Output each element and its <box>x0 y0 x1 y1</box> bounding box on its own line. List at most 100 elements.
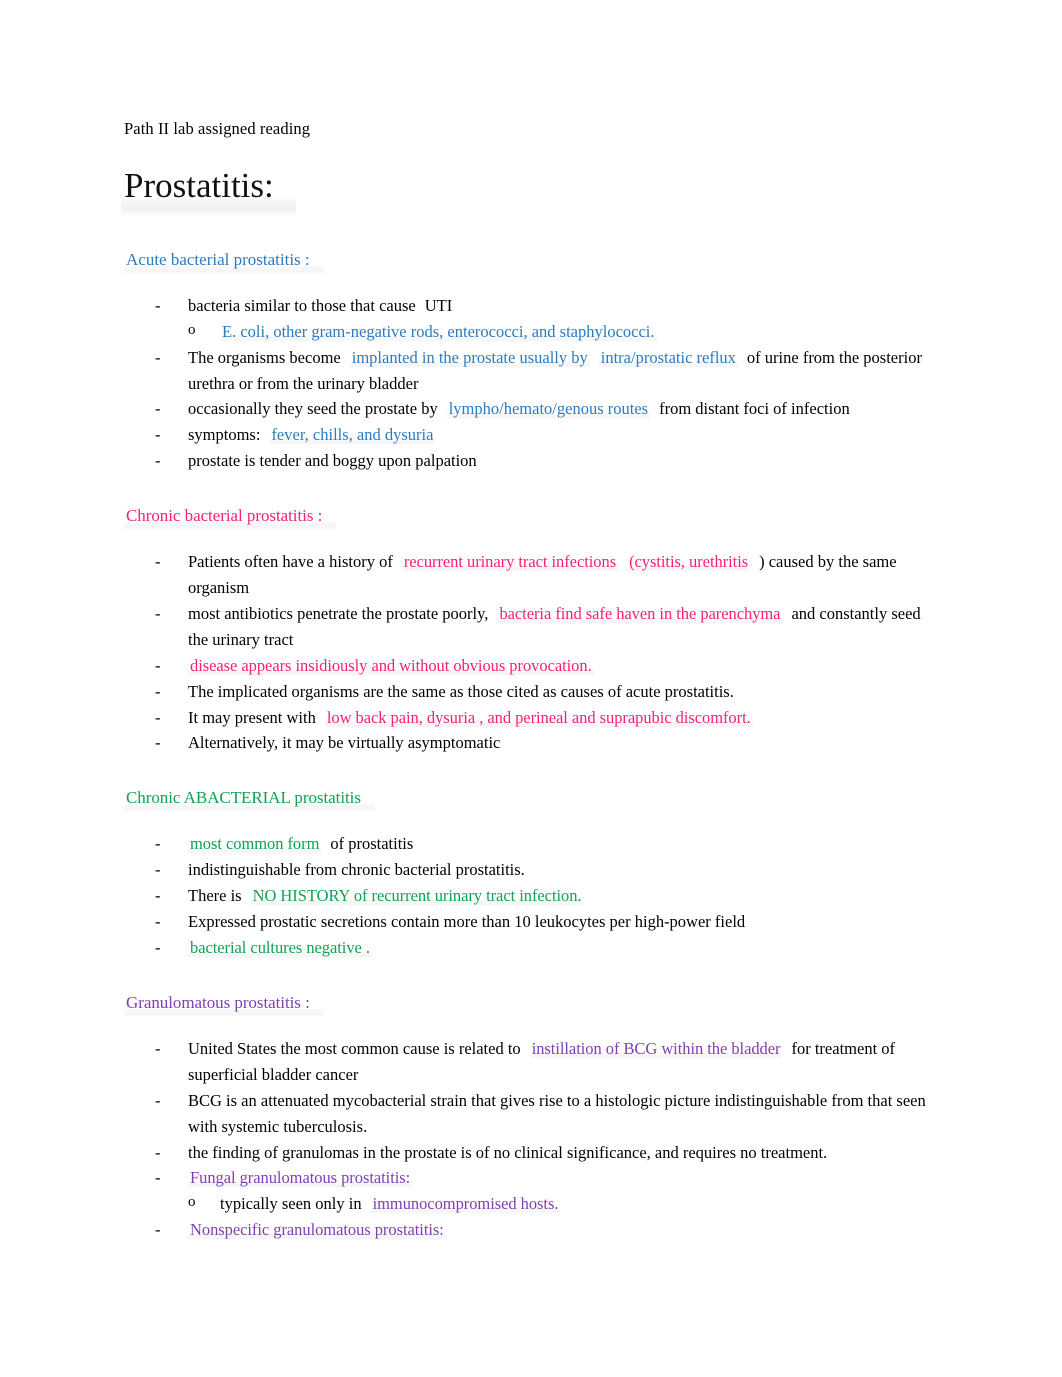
dash-bullet-icon: - <box>155 655 161 675</box>
dash-bullet-icon: - <box>155 860 161 880</box>
highlighted-text-run: (cystitis, urethritis <box>627 552 751 573</box>
highlighted-text-run: implanted in the prostate usually by <box>349 347 590 368</box>
section-heading-row: Granulomatous prostatitis : <box>124 990 936 1017</box>
list-item: - most common form of prostatitis <box>124 831 936 857</box>
bullet-list: - most common form of prostatitis - indistin… <box>124 831 936 960</box>
document-page: Path II lab assigned reading Prostatitis… <box>0 0 1062 1377</box>
list-item: - disease appears insidiously and without… <box>124 653 936 679</box>
section-heading-row: Chronic bacterial prostatitis : <box>124 504 936 531</box>
text-run: of prostatitis <box>330 834 414 854</box>
text-run: United States the most common cause is r… <box>188 1038 521 1058</box>
list-item: - United States the most common cause is … <box>124 1036 936 1088</box>
list-item: - Alternatively, it may be virtually asym… <box>124 730 936 756</box>
list-item: - the finding of granulomas in the prosta… <box>124 1140 936 1166</box>
dash-bullet-icon: - <box>155 912 161 932</box>
section-heading-row: Chronic ABACTERIAL prostatitis <box>124 786 936 813</box>
text-run: typically seen only in <box>220 1194 362 1214</box>
list-item: - occasionally they seed the prostate by l… <box>124 396 936 422</box>
section-heading: Chronic ABACTERIAL prostatitis <box>124 786 375 813</box>
section-chronic-bacterial-prostatitis: Chronic bacterial prostatitis : - Patients… <box>124 504 936 756</box>
highlighted-text-run: disease appears insidiously and without … <box>188 655 594 676</box>
dash-bullet-icon: - <box>155 707 161 727</box>
list-item: - Patients often have a history of recurre… <box>124 549 936 601</box>
text-run: indistinguishable from chronic bacterial… <box>188 860 525 880</box>
text-run: occasionally they seed the prostate by <box>188 399 438 419</box>
dash-bullet-icon: - <box>155 295 161 315</box>
text-run: Alternatively, it may be virtually asymp… <box>188 733 501 753</box>
dash-bullet-icon: - <box>155 1090 161 1110</box>
sub-list-item: o E. coli, other gram-negative rods, ente… <box>188 319 936 345</box>
highlighted-text-run: Fungal granulomatous prostatitis: <box>188 1168 413 1189</box>
highlighted-text-run: E. coli, other gram-negative rods, enter… <box>220 321 657 342</box>
section-heading: Chronic bacterial prostatitis : <box>124 504 337 531</box>
dash-bullet-icon: - <box>155 681 161 701</box>
list-item: - Nonspecific granulomatous prostatitis: <box>124 1217 936 1243</box>
dash-bullet-icon: - <box>155 399 161 419</box>
document-content: Path II lab assigned reading Prostatitis… <box>121 118 936 1243</box>
highlighted-text-run: NO HISTORY of recurrent urinary tract in… <box>250 886 584 907</box>
text-run: bacteria similar to those that cause <box>188 295 416 315</box>
text-run: prostate is tender and boggy upon palpat… <box>188 451 477 471</box>
list-item: - The organisms become implanted in the pr… <box>124 345 936 397</box>
sub-list-item: o typically seen only in immunocompromised… <box>188 1191 936 1217</box>
highlighted-text-run: instillation of BCG within the bladder <box>529 1038 783 1059</box>
dash-bullet-icon: - <box>155 733 161 753</box>
list-item: - bacterial cultures negative . <box>124 935 936 961</box>
list-item: - There is NO HISTORY of recurrent urinary… <box>124 883 936 909</box>
list-item: - prostate is tender and boggy upon palpa… <box>124 448 936 474</box>
text-run: the finding of granulomas in the prostat… <box>188 1142 828 1162</box>
text-run: It may present with <box>188 707 316 727</box>
dash-bullet-icon: - <box>155 603 161 623</box>
highlighted-text-run: bacteria find safe haven in the parenchy… <box>497 603 783 624</box>
text-run: The implicated organisms are the same as… <box>188 681 734 701</box>
text-run: BCG is an attenuated mycobacterial strai… <box>188 1090 926 1136</box>
list-item: - Fungal granulomatous prostatitis: o typic… <box>124 1165 936 1217</box>
list-item: - Expressed prostatic secretions contain … <box>124 909 936 935</box>
dash-bullet-icon: - <box>155 1168 161 1188</box>
dash-bullet-icon: - <box>155 886 161 906</box>
highlighted-text-run: fever, chills, and dysuria <box>269 425 436 446</box>
highlighted-text-run: low back pain, dysuria , and perineal an… <box>324 707 753 728</box>
section-heading-row: Acute bacterial prostatitis : <box>124 247 936 274</box>
dash-bullet-icon: - <box>155 1220 161 1240</box>
section-granulomatous-prostatitis: Granulomatous prostatitis : - United State… <box>124 990 936 1243</box>
dash-bullet-icon: - <box>155 425 161 445</box>
page-title: Prostatitis: <box>121 167 296 216</box>
list-item: - The implicated organisms are the same a… <box>124 679 936 705</box>
list-item: - symptoms: fever, chills, and dysuria <box>124 422 936 448</box>
text-run: There is <box>188 886 242 906</box>
text-run: symptoms: <box>188 425 261 445</box>
list-item: - most antibiotics penetrate the prostate… <box>124 601 936 653</box>
section-heading: Acute bacterial prostatitis : <box>124 247 324 274</box>
highlighted-text-run: intra/prostatic reflux <box>598 347 738 368</box>
section-heading: Granulomatous prostatitis : <box>124 990 324 1017</box>
text-run: from distant foci of infection <box>659 399 850 419</box>
dash-bullet-icon: - <box>155 1142 161 1162</box>
list-item: - bacteria similar to those that cause UTI… <box>124 293 936 345</box>
dash-bullet-icon: - <box>155 834 161 854</box>
page-title-row: Prostatitis: <box>121 140 936 216</box>
dash-bullet-icon: - <box>155 347 161 367</box>
highlighted-text-run: Nonspecific granulomatous prostatitis: <box>188 1220 446 1241</box>
dash-bullet-icon: - <box>155 1038 161 1058</box>
bullet-list: - Patients often have a history of recurre… <box>124 549 936 756</box>
section-acute-bacterial-prostatitis: Acute bacterial prostatitis : - bacteria s… <box>124 247 936 474</box>
text-run: Expressed prostatic secretions contain m… <box>188 912 746 932</box>
sub-bullet-list: o E. coli, other gram-negative rods, ente… <box>188 319 936 345</box>
bullet-list: - United States the most common cause is … <box>124 1036 936 1243</box>
sections-container: Acute bacterial prostatitis : - bacteria s… <box>124 247 936 1243</box>
bullet-list: - bacteria similar to those that cause UTI… <box>124 293 936 474</box>
highlighted-text-run: recurrent urinary tract infections <box>401 552 619 573</box>
running-head: Path II lab assigned reading <box>124 119 311 138</box>
list-item: - It may present with low back pain, dysur… <box>124 705 936 731</box>
section-chronic-abacterial-prostatitis: Chronic ABACTERIAL prostatitis - most comm… <box>124 786 936 961</box>
highlighted-text-run: bacterial cultures negative . <box>188 937 372 958</box>
highlighted-text-run: immunocompromised hosts. <box>370 1194 561 1215</box>
list-item: - BCG is an attenuated mycobacterial stra… <box>124 1088 936 1140</box>
text-run: The organisms become <box>188 347 341 367</box>
sub-bullet-list: o typically seen only in immunocompromised… <box>188 1191 936 1217</box>
highlighted-text-run: lympho/hemato/genous routes <box>446 399 651 420</box>
circle-bullet-icon: o <box>188 1194 196 1211</box>
dash-bullet-icon: - <box>155 451 161 471</box>
text-run: most antibiotics penetrate the prostate … <box>188 603 489 623</box>
